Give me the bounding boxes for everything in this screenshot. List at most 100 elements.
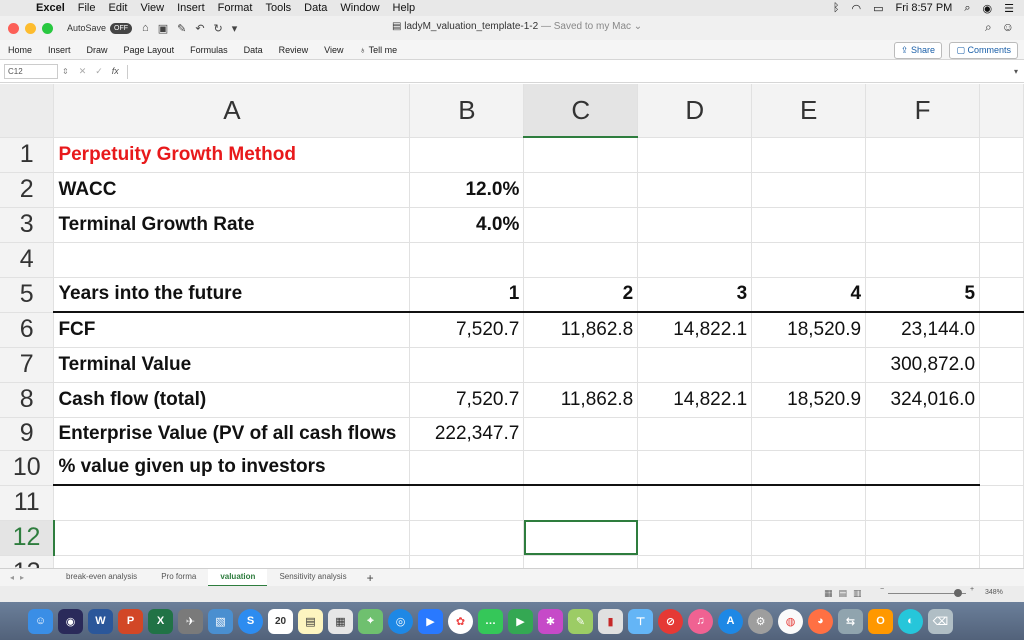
cell-d4[interactable] (637, 242, 753, 278)
row-header[interactable]: 13 (0, 555, 55, 568)
redo-icon[interactable]: ↻ (214, 22, 223, 35)
cell-b6[interactable]: 7,520.7 (409, 312, 525, 348)
cell-d3[interactable] (637, 207, 753, 243)
cell-c13[interactable] (523, 555, 639, 568)
safari-icon[interactable]: ◎ (388, 608, 413, 634)
column-header-g[interactable] (979, 84, 1024, 138)
cell-a7[interactable]: Terminal Value (53, 347, 411, 383)
cell-g10[interactable] (979, 450, 1024, 486)
cell-g3[interactable] (979, 207, 1024, 243)
customize-toolbar-icon[interactable]: ▾ (232, 22, 238, 35)
sheet-tab-sensitivity-analysis[interactable]: Sensitivity analysis (267, 569, 358, 587)
notes-icon[interactable]: ▤ (298, 608, 323, 634)
zoom-knob[interactable] (954, 589, 962, 597)
messages-icon[interactable]: … (478, 608, 503, 634)
numbers-icon[interactable]: ▮ (598, 608, 623, 634)
sheet-tab-valuation[interactable]: valuation (208, 568, 268, 587)
menu-help[interactable]: Help (393, 2, 416, 14)
cell-e9[interactable] (751, 417, 867, 451)
notification-center-icon[interactable]: ☰ (1004, 2, 1014, 15)
row-header[interactable]: 2 (0, 172, 55, 208)
menu-edit[interactable]: Edit (108, 2, 127, 14)
column-header-b[interactable]: B (409, 84, 525, 138)
autosave-toggle[interactable]: OFF (110, 22, 133, 34)
cell-d8[interactable]: 14,822.1 (637, 382, 753, 418)
cell-b9[interactable]: 222,347.7 (409, 417, 525, 451)
cell-g13[interactable] (979, 555, 1024, 568)
menu-file[interactable]: File (78, 2, 96, 14)
cell-f9[interactable] (865, 417, 981, 451)
cell-a11[interactable] (53, 485, 411, 521)
cell-d7[interactable] (637, 347, 753, 383)
keynote-icon[interactable]: ⊤ (628, 608, 653, 634)
cell-a9[interactable]: Enterprise Value (PV of all cash flows (53, 417, 411, 451)
spotlight-search-icon[interactable]: ⌕ (964, 2, 970, 15)
cell-f4[interactable] (865, 242, 981, 278)
row-header[interactable]: 6 (0, 312, 55, 348)
column-header-c[interactable]: C (523, 84, 639, 138)
migration-assistant-icon[interactable]: ⇆ (838, 608, 863, 634)
bluetooth-icon[interactable]: ᛒ (833, 2, 840, 14)
cell-a1[interactable]: Perpetuity Growth Method (53, 137, 411, 173)
finder-icon[interactable]: ☺ (28, 608, 53, 634)
row-header[interactable]: 7 (0, 347, 55, 383)
page-layout-view-icon[interactable]: ▤ (839, 588, 848, 599)
cell-e13[interactable] (751, 555, 867, 568)
cell-d5[interactable]: 3 (637, 277, 753, 313)
cell-b1[interactable] (409, 137, 525, 173)
row-header[interactable]: 10 (0, 450, 55, 486)
undo-icon[interactable]: ↶ (195, 22, 204, 35)
minimize-window-button[interactable] (25, 22, 36, 34)
zoom-in-icon[interactable]: + (970, 586, 974, 593)
name-box-stepper-icon[interactable]: ⇕ (62, 67, 69, 76)
row-header[interactable]: 11 (0, 485, 55, 521)
sheet-tab-break-even-analysis[interactable]: break-even analysis (54, 569, 149, 587)
cell-c4[interactable] (523, 242, 639, 278)
cell-c6[interactable]: 11,862.8 (523, 312, 639, 348)
ladybug-app-icon[interactable]: ✱ (538, 608, 563, 634)
cell-b13[interactable] (409, 555, 525, 568)
cell-c8[interactable]: 11,862.8 (523, 382, 639, 418)
cell-c7[interactable] (523, 347, 639, 383)
tab-review[interactable]: Review (279, 45, 309, 55)
cell-f3[interactable] (865, 207, 981, 243)
insert-function-icon[interactable]: fx (112, 66, 119, 77)
cell-b12[interactable] (409, 520, 525, 556)
cell-b3[interactable]: 4.0% (409, 207, 525, 243)
menu-tools[interactable]: Tools (265, 2, 291, 14)
excel-icon[interactable]: X (148, 608, 173, 634)
cell-c12-active[interactable] (523, 520, 639, 556)
cell-e10[interactable] (751, 450, 867, 486)
powerpoint-icon[interactable]: P (118, 608, 143, 634)
skype-icon[interactable]: S (238, 608, 263, 634)
cell-d11[interactable] (637, 485, 753, 521)
cell-f13[interactable] (865, 555, 981, 568)
save-icon[interactable]: ▣ (158, 22, 168, 35)
cell-d2[interactable] (637, 172, 753, 208)
zoom-window-button[interactable] (42, 22, 53, 34)
account-icon[interactable]: ☺ (1002, 20, 1014, 35)
edit-icon[interactable]: ✎ (177, 22, 186, 35)
tab-draw[interactable]: Draw (87, 45, 108, 55)
row-header[interactable]: 12 (0, 520, 55, 556)
zoom-meetings-icon[interactable]: ▶ (418, 608, 443, 634)
cell-e12[interactable] (751, 520, 867, 556)
menu-data[interactable]: Data (304, 2, 327, 14)
cell-b5[interactable]: 1 (409, 277, 525, 313)
drawing-app-icon[interactable]: ✎ (568, 608, 593, 634)
cell-d9[interactable] (637, 417, 753, 451)
column-header-f[interactable]: F (865, 84, 981, 138)
cell-c11[interactable] (523, 485, 639, 521)
cell-e8[interactable]: 18,520.9 (751, 382, 867, 418)
app-store-icon[interactable]: A (718, 608, 743, 634)
zoom-out-icon[interactable]: − (880, 586, 884, 593)
cell-a13[interactable] (53, 555, 411, 568)
add-sheet-icon[interactable]: + (367, 571, 374, 585)
tab-home[interactable]: Home (8, 45, 32, 55)
cell-f1[interactable] (865, 137, 981, 173)
photos-icon[interactable]: ✿ (448, 608, 473, 634)
zoom-level[interactable]: 348% (985, 589, 1003, 596)
row-header[interactable]: 3 (0, 207, 55, 243)
tab-formulas[interactable]: Formulas (190, 45, 228, 55)
battery-icon[interactable]: ▭ (873, 2, 883, 15)
